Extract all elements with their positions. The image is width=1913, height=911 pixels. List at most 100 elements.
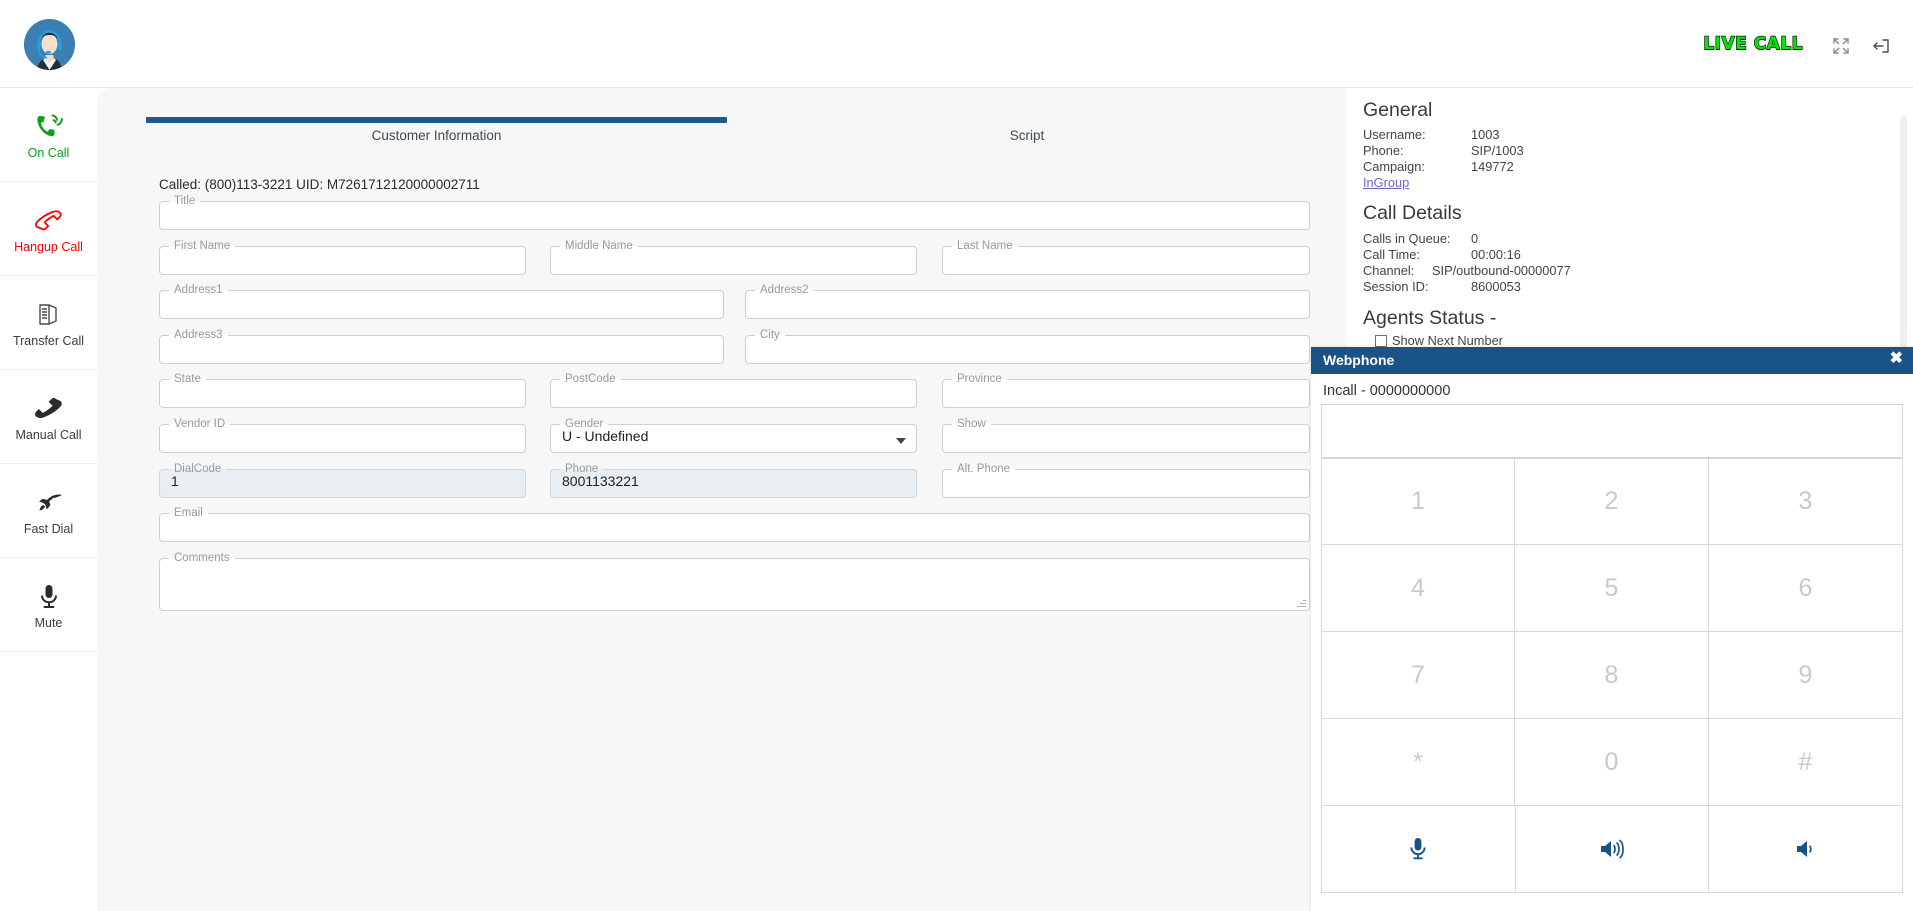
general-heading: General xyxy=(1363,99,1432,122)
sidebar-item-label: Fast Dial xyxy=(24,522,73,536)
speaker-low-icon xyxy=(1794,838,1818,860)
speaker-up-button[interactable] xyxy=(1516,806,1710,893)
field-alt-phone[interactable]: Alt. Phone xyxy=(942,464,1310,498)
sidebar-item-label: Mute xyxy=(35,616,63,630)
sidebar-item-mute[interactable]: Mute xyxy=(0,558,97,652)
dialpad-key-1[interactable]: 1 xyxy=(1321,458,1515,545)
dialpad-key-5[interactable]: 5 xyxy=(1515,545,1709,632)
show-next-number-checkbox-row[interactable]: Show Next Number xyxy=(1375,333,1503,348)
phone-hangup-icon xyxy=(32,204,66,238)
called-number-line: Called: (800)113-3221 UID: M726171212000… xyxy=(159,177,480,192)
field-last-name[interactable]: Last Name xyxy=(942,241,1310,275)
field-address3[interactable]: Address3 xyxy=(159,330,724,364)
sidebar-item-manual-call[interactable]: Manual Call xyxy=(0,370,97,464)
field-label: Show xyxy=(952,419,991,431)
field-value: U - Undefined xyxy=(551,428,916,451)
field-title[interactable]: Title xyxy=(159,196,1310,230)
field-first-name[interactable]: First Name xyxy=(159,241,526,275)
field-value xyxy=(746,294,1309,312)
general-row-label: Phone: xyxy=(1363,143,1404,158)
call-detail-label: Call Time: xyxy=(1363,247,1420,262)
mute-mic-button[interactable] xyxy=(1322,806,1516,893)
field-value xyxy=(160,517,1309,535)
sidebar-item-label: Manual Call xyxy=(15,428,81,442)
tab-customer-information[interactable]: Customer Information xyxy=(146,128,727,143)
avatar xyxy=(24,19,75,70)
webphone-title: Webphone xyxy=(1323,352,1394,368)
sidebar-item-on-call[interactable]: On Call xyxy=(0,88,97,182)
top-bar: LIVE CALL xyxy=(0,0,1913,88)
dialpad-key-6[interactable]: 6 xyxy=(1709,545,1903,632)
field-comments[interactable]: Comments xyxy=(159,553,1310,611)
webphone-header: Webphone ✖ xyxy=(1311,347,1913,374)
field-postcode[interactable]: PostCode xyxy=(550,374,917,408)
dialpad-key-7[interactable]: 7 xyxy=(1321,632,1515,719)
field-province[interactable]: Province xyxy=(942,374,1310,408)
microphone-icon xyxy=(1409,836,1427,862)
sidebar-item-label: Transfer Call xyxy=(13,334,84,348)
textarea-resize-handle[interactable] xyxy=(1296,597,1308,609)
logout-icon[interactable] xyxy=(1871,36,1891,56)
sidebar-item-label: On Call xyxy=(28,146,70,160)
field-label: Address2 xyxy=(755,285,814,297)
dialpad-key-3[interactable]: 3 xyxy=(1709,458,1903,545)
field-address1[interactable]: Address1 xyxy=(159,285,724,319)
speaker-down-button[interactable] xyxy=(1709,806,1903,893)
tab-script[interactable]: Script xyxy=(737,128,1317,143)
field-label: Middle Name xyxy=(560,241,638,253)
dialpad-key-2[interactable]: 2 xyxy=(1515,458,1709,545)
field-city[interactable]: City xyxy=(745,330,1310,364)
general-row-value: SIP/1003 xyxy=(1471,143,1524,158)
field-label: Address1 xyxy=(169,285,228,297)
sidebar-item-hangup-call[interactable]: Hangup Call xyxy=(0,182,97,276)
rocket-icon xyxy=(34,486,64,520)
call-details-heading: Call Details xyxy=(1363,202,1462,225)
live-call-badge: LIVE CALL xyxy=(1703,34,1803,54)
call-detail-value: 0 xyxy=(1471,231,1478,246)
field-label: Province xyxy=(952,374,1007,386)
left-sidebar: On Call Hangup Call Transfer Call xyxy=(0,88,97,911)
dialpad-key-star[interactable]: * xyxy=(1321,719,1515,806)
speaker-loud-icon xyxy=(1598,838,1626,860)
call-detail-value: 8600053 xyxy=(1471,279,1521,294)
dialpad-key-8[interactable]: 8 xyxy=(1515,632,1709,719)
fullscreen-expand-icon[interactable] xyxy=(1831,36,1851,56)
sidebar-item-transfer-call[interactable]: Transfer Call xyxy=(0,276,97,370)
field-vendor-id[interactable]: Vendor ID xyxy=(159,419,526,453)
general-row-label: Campaign: xyxy=(1363,159,1425,174)
field-value xyxy=(746,339,1309,357)
field-gender-select[interactable]: Gender U - Undefined xyxy=(550,419,917,453)
field-label: Address3 xyxy=(169,330,228,342)
field-value xyxy=(160,205,1309,223)
phone-handset-icon xyxy=(34,392,64,426)
field-phone: Phone 8001133221 xyxy=(550,464,917,498)
general-row-value: 1003 xyxy=(1471,127,1499,142)
field-label: Comments xyxy=(169,553,235,565)
close-icon[interactable]: ✖ xyxy=(1890,350,1903,368)
sidebar-item-fast-dial[interactable]: Fast Dial xyxy=(0,464,97,558)
main-content: Customer Information Script Called: (800… xyxy=(97,88,1346,911)
sidebar-item-label: Hangup Call xyxy=(14,240,83,254)
call-detail-label: Session ID: xyxy=(1363,279,1428,294)
dialpad-key-0[interactable]: 0 xyxy=(1515,719,1709,806)
call-detail-value: SIP/outbound-00000077 xyxy=(1432,263,1571,278)
dialpad-key-9[interactable]: 9 xyxy=(1709,632,1903,719)
call-detail-label: Calls in Queue: xyxy=(1363,231,1451,246)
webphone-number-input[interactable] xyxy=(1321,404,1903,458)
field-value xyxy=(943,428,1309,446)
field-address2[interactable]: Address2 xyxy=(745,285,1310,319)
field-value: 1 xyxy=(160,473,525,496)
field-middle-name[interactable]: Middle Name xyxy=(550,241,917,275)
field-show[interactable]: Show xyxy=(942,419,1310,453)
field-value xyxy=(160,562,1309,614)
ingroup-link[interactable]: InGroup xyxy=(1363,175,1409,190)
dialpad-key-hash[interactable]: # xyxy=(1709,719,1903,806)
transfer-call-icon xyxy=(36,298,62,332)
field-value: 8001133221 xyxy=(551,473,916,496)
dialpad-key-4[interactable]: 4 xyxy=(1321,545,1515,632)
agents-status-heading: Agents Status - xyxy=(1363,307,1496,330)
field-label: State xyxy=(169,374,206,386)
field-email[interactable]: Email xyxy=(159,508,1310,542)
checkbox-icon[interactable] xyxy=(1375,335,1387,347)
field-state[interactable]: State xyxy=(159,374,526,408)
